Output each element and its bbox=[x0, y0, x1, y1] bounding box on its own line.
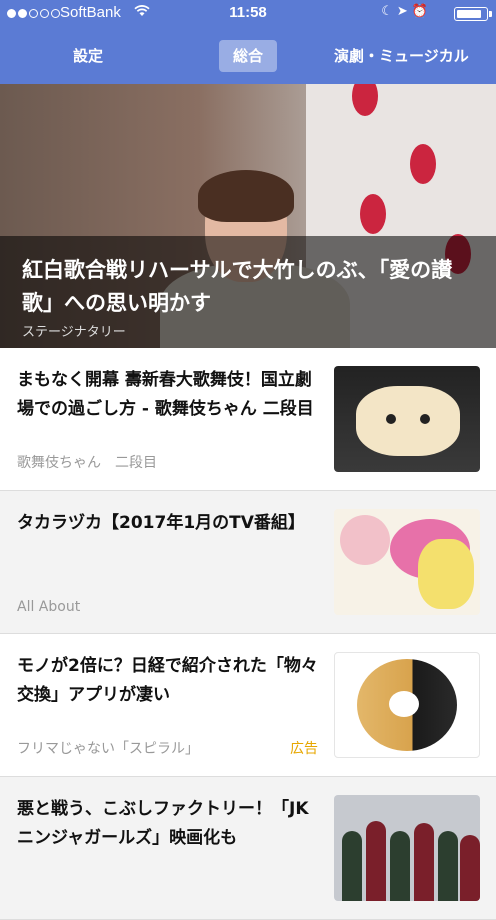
status-icons: ☾➤⏰ bbox=[381, 4, 432, 19]
app-header: SoftBank 11:58 ☾➤⏰ 設定 総合 演劇・ミュージカル bbox=[0, 0, 496, 84]
tab-general[interactable]: 総合 bbox=[219, 40, 277, 72]
article-source: フリマじゃない「スピラル」 bbox=[17, 741, 199, 757]
status-bar: SoftBank 11:58 ☾➤⏰ bbox=[0, 0, 496, 28]
moon-icon: ☾ bbox=[381, 4, 397, 19]
ad-badge: 広告 bbox=[290, 741, 318, 757]
alarm-icon: ⏰ bbox=[411, 4, 432, 19]
article-thumbnail bbox=[334, 366, 480, 472]
hero-source: ステージナタリー bbox=[22, 325, 126, 340]
article-title: モノが2倍に？日経で紹介された「物々交換」アプリが凄い bbox=[17, 656, 318, 705]
article-source: All About bbox=[17, 599, 81, 615]
article-title: まもなく開幕 壽新春大歌舞伎！国立劇場での過ごし方 - 歌舞伎ちゃん 二段目 bbox=[17, 370, 314, 419]
hero-photo-decoration bbox=[410, 144, 436, 184]
article-list: まもなく開幕 壽新春大歌舞伎！国立劇場での過ごし方 - 歌舞伎ちゃん 二段目 歌… bbox=[0, 348, 496, 920]
battery-icon bbox=[454, 7, 492, 21]
article-title: タカラヅカ【2017年1月のTV番組】 bbox=[17, 513, 305, 533]
article-item[interactable]: 悪と戦う、こぶしファクトリー！「JKニンジャガールズ」映画化も bbox=[0, 777, 496, 920]
article-thumbnail bbox=[334, 652, 480, 758]
article-item-ad[interactable]: モノが2倍に？日経で紹介された「物々交換」アプリが凄い フリマじゃない「スピラル… bbox=[0, 634, 496, 777]
hero-article[interactable]: 紅白歌合戦リハーサルで大竹しのぶ、「愛の讃歌」への思い明かす ステージナタリー bbox=[0, 84, 496, 348]
article-item[interactable]: タカラヅカ【2017年1月のTV番組】 All About bbox=[0, 491, 496, 634]
hero-photo-person bbox=[198, 170, 294, 222]
article-thumbnail bbox=[334, 795, 480, 901]
tab-theater-musical[interactable]: 演劇・ミュージカル bbox=[334, 40, 469, 72]
hero-photo-decoration bbox=[360, 194, 386, 234]
location-arrow-icon: ➤ bbox=[396, 4, 412, 19]
article-title: 悪と戦う、こぶしファクトリー！「JKニンジャガールズ」映画化も bbox=[17, 799, 309, 848]
category-tabs: 設定 総合 演劇・ミュージカル bbox=[0, 28, 496, 84]
article-source: 歌舞伎ちゃん 二段目 bbox=[17, 455, 157, 471]
hero-title: 紅白歌合戦リハーサルで大竹しのぶ、「愛の讃歌」への思い明かす bbox=[22, 258, 453, 315]
article-item[interactable]: まもなく開幕 壽新春大歌舞伎！国立劇場での過ごし方 - 歌舞伎ちゃん 二段目 歌… bbox=[0, 348, 496, 491]
article-thumbnail bbox=[334, 509, 480, 615]
tab-settings[interactable]: 設定 bbox=[73, 40, 103, 72]
